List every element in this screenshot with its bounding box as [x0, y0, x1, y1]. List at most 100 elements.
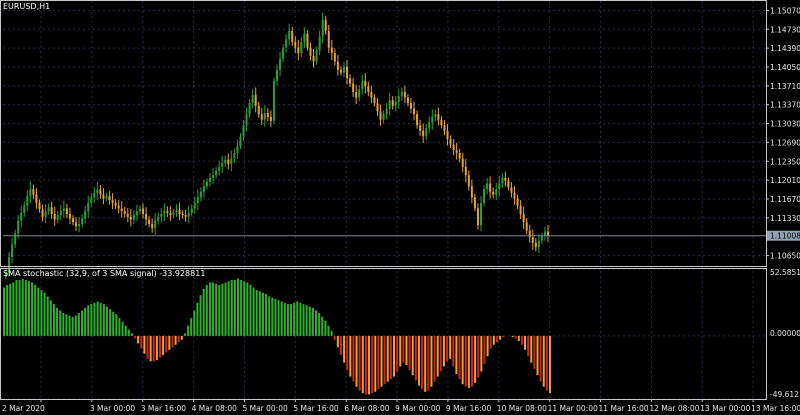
candle-body[interactable] — [276, 69, 278, 81]
candle-body[interactable] — [11, 244, 14, 258]
candle-body[interactable] — [102, 194, 105, 199]
candle-body[interactable] — [251, 94, 254, 104]
candle-body[interactable] — [339, 69, 342, 73]
candle-body[interactable] — [145, 213, 148, 220]
candle-body[interactable] — [117, 205, 120, 209]
candle-body[interactable] — [205, 181, 208, 187]
candle-body[interactable] — [108, 196, 111, 201]
candle-body[interactable] — [358, 89, 361, 98]
candle-body[interactable] — [65, 208, 68, 214]
candle-body[interactable] — [285, 39, 288, 48]
candle-body[interactable] — [318, 36, 321, 51]
candle-body[interactable] — [336, 61, 339, 70]
candle-body[interactable] — [236, 146, 239, 153]
candle-body[interactable] — [126, 213, 129, 217]
candle-body[interactable] — [154, 220, 157, 228]
candle-body[interactable] — [47, 207, 50, 212]
candle-body[interactable] — [370, 91, 373, 98]
candle-body[interactable] — [254, 94, 257, 106]
candle-body[interactable] — [175, 209, 178, 213]
candle-body[interactable] — [23, 205, 26, 213]
candle-body[interactable] — [196, 197, 199, 203]
candle-body[interactable] — [425, 128, 428, 137]
candle-body[interactable] — [382, 114, 385, 120]
candle-body[interactable] — [193, 202, 196, 209]
candle-body[interactable] — [355, 91, 358, 98]
candle-body[interactable] — [510, 187, 513, 193]
candle-body[interactable] — [391, 100, 394, 106]
candle-body[interactable] — [105, 196, 108, 199]
candle-body[interactable] — [400, 91, 403, 97]
candle-body[interactable] — [151, 223, 154, 228]
candle-body[interactable] — [181, 213, 184, 216]
candle-body[interactable] — [288, 30, 291, 40]
candle-body[interactable] — [330, 47, 333, 54]
candle-body[interactable] — [230, 158, 233, 165]
candle-body[interactable] — [90, 197, 93, 203]
candle-body[interactable] — [29, 189, 32, 197]
candle-body[interactable] — [379, 111, 382, 120]
candle-body[interactable] — [361, 80, 364, 90]
candle-body[interactable] — [62, 208, 65, 211]
candle-body[interactable] — [215, 170, 218, 176]
candle-body[interactable] — [504, 177, 507, 181]
candle-body[interactable] — [547, 231, 549, 236]
candle-body[interactable] — [409, 103, 412, 109]
candle-body[interactable] — [312, 55, 315, 62]
candle-body[interactable] — [385, 108, 388, 115]
candle-body[interactable] — [419, 125, 422, 131]
candle-body[interactable] — [373, 97, 376, 104]
candle-body[interactable] — [321, 19, 324, 37]
candle-body[interactable] — [96, 189, 99, 193]
candle-body[interactable] — [114, 202, 117, 206]
candle-body[interactable] — [498, 183, 501, 190]
candle-body[interactable] — [242, 125, 245, 137]
candle-body[interactable] — [227, 159, 230, 165]
candle-body[interactable] — [14, 233, 17, 245]
candle-body[interactable] — [187, 212, 190, 217]
trading-chart[interactable]: 1.15070 1.14730 1.14390 1.14050 1.13710 1.133… — [0, 0, 800, 415]
candle-body[interactable] — [422, 130, 425, 137]
candle-body[interactable] — [282, 47, 285, 59]
candle-body[interactable] — [309, 47, 312, 56]
candle-body[interactable] — [534, 242, 537, 248]
candle-body[interactable] — [178, 209, 181, 214]
candle-body[interactable] — [248, 103, 251, 115]
candle-body[interactable] — [93, 192, 96, 198]
candle-body[interactable] — [431, 116, 434, 123]
candle-body[interactable] — [148, 219, 151, 224]
candle-body[interactable] — [306, 33, 309, 48]
candle-body[interactable] — [111, 200, 114, 203]
candle-body[interactable] — [540, 236, 543, 241]
candle-body[interactable] — [346, 67, 349, 79]
candle-body[interactable] — [269, 116, 272, 121]
candle-body[interactable] — [38, 202, 41, 210]
candle-body[interactable] — [434, 114, 437, 117]
candle-body[interactable] — [120, 208, 123, 212]
candle-body[interactable] — [492, 191, 495, 195]
candle-body[interactable] — [303, 33, 306, 43]
candle-body[interactable] — [20, 212, 23, 221]
candle-body[interactable] — [44, 211, 47, 217]
candle-body[interactable] — [537, 240, 540, 248]
candle-body[interactable] — [342, 67, 345, 73]
candle-body[interactable] — [245, 114, 248, 126]
candle-body[interactable] — [291, 30, 294, 43]
candle-body[interactable] — [163, 211, 166, 214]
candle-body[interactable] — [397, 96, 400, 102]
candle-body[interactable] — [123, 211, 126, 214]
candle-body[interactable] — [364, 80, 367, 87]
candle-body[interactable] — [461, 158, 464, 167]
candle-body[interactable] — [263, 113, 266, 120]
candle-body[interactable] — [279, 58, 282, 70]
candle-body[interactable] — [428, 122, 431, 129]
candle-body[interactable] — [71, 218, 74, 223]
candle-body[interactable] — [464, 166, 467, 176]
candle-body[interactable] — [440, 119, 443, 126]
candle-body[interactable] — [81, 218, 84, 224]
candle-body[interactable] — [99, 189, 102, 195]
candle-body[interactable] — [443, 125, 446, 131]
candle-body[interactable] — [315, 50, 318, 62]
candle-body[interactable] — [75, 222, 78, 227]
candle-body[interactable] — [525, 222, 528, 231]
